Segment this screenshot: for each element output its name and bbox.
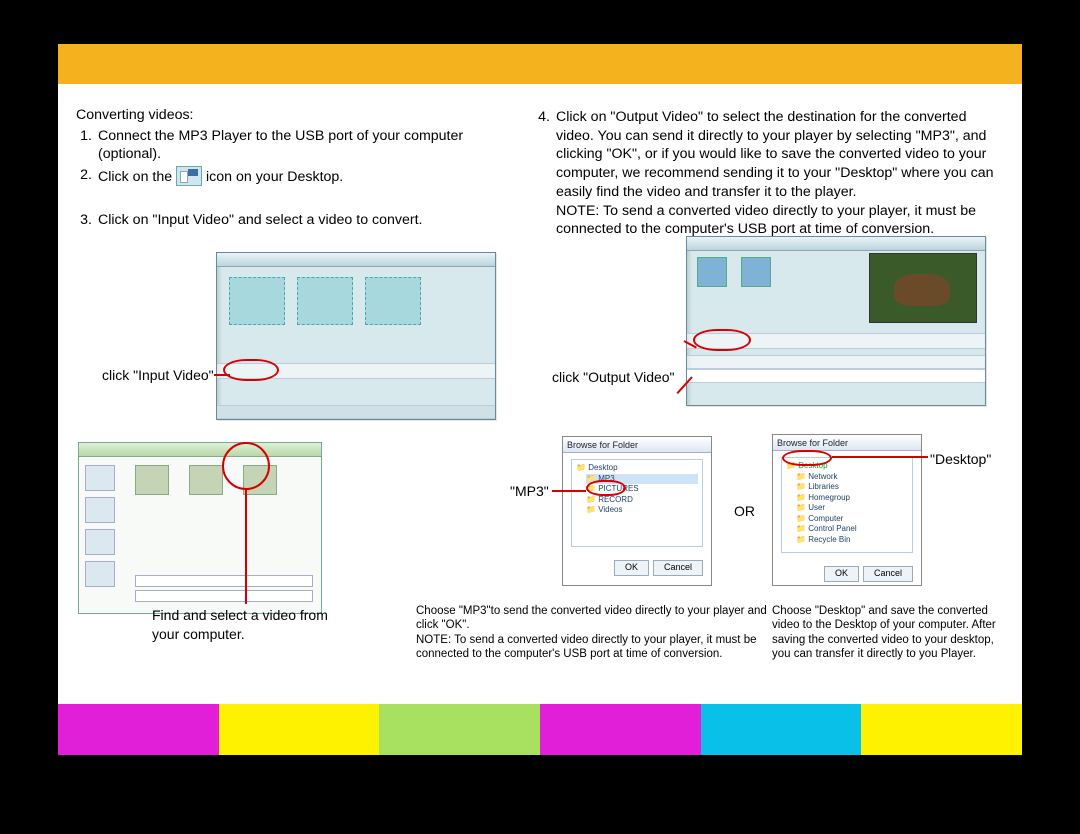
browse-folder-dialog-mp3: Browse for Folder Desktop MP3 PICTURES R…	[562, 436, 712, 586]
section-heading: Converting videos:	[76, 106, 516, 125]
step-4-note: NOTE: To send a converted video directly…	[556, 203, 976, 238]
place-icon	[85, 497, 115, 523]
step-2: 2. Click on the icon on your Desktop.	[76, 166, 516, 187]
place-icon	[85, 529, 115, 555]
places-sidebar	[85, 465, 125, 593]
converter-desktop-icon	[176, 166, 202, 186]
footer-stripe	[861, 704, 1022, 755]
callout-find-select: Find and select a video from your comput…	[152, 606, 332, 644]
callout-output-video: click "Output Video"	[552, 368, 675, 386]
callout-mp3: "MP3"	[510, 482, 549, 500]
video-slot	[297, 277, 353, 325]
converter-window-right	[686, 236, 986, 406]
tool-button	[741, 257, 771, 287]
window-titlebar	[687, 237, 985, 251]
file-icon	[189, 465, 223, 495]
footer-stripe	[58, 704, 219, 755]
folder-tree: Desktop MP3 PICTURES RECORD Videos	[571, 459, 703, 547]
folder-tree: Desktop Network Libraries Homegroup User…	[781, 457, 913, 553]
file-select-highlight	[222, 442, 270, 490]
dialog-title: Browse for Folder	[773, 435, 921, 451]
footer-stripe	[219, 704, 380, 755]
dialog-buttons: OKCancel	[563, 553, 711, 582]
callout-line	[832, 456, 928, 458]
window-titlebar	[79, 443, 321, 457]
header-band	[58, 44, 1022, 84]
footer-color-band	[58, 704, 1022, 755]
converter-window-left	[216, 252, 496, 420]
step-4: 4. Click on "Output Video" to select the…	[534, 108, 1006, 239]
video-slot	[229, 277, 285, 325]
callout-line	[552, 490, 586, 492]
manual-page: Converting videos: 1. Connect the MP3 Pl…	[58, 44, 1022, 755]
dialog-buttons: OKCancel	[773, 559, 921, 588]
window-titlebar	[217, 253, 495, 267]
right-column: 4. Click on "Output Video" to select the…	[534, 106, 1006, 239]
video-slot	[365, 277, 421, 325]
callout-input-video: click "Input Video"	[102, 366, 214, 384]
caption-desktop: Choose "Desktop" and save the converted …	[772, 604, 1006, 662]
footer-stripe	[540, 704, 701, 755]
callout-line-vertical	[245, 490, 247, 604]
caption-mp3: Choose "MP3"to send the converted video …	[416, 604, 772, 662]
right-step-list: 4. Click on "Output Video" to select the…	[534, 108, 1006, 239]
desktop-highlight	[782, 450, 832, 466]
file-list-row	[687, 369, 985, 383]
tool-button	[697, 257, 727, 287]
bottom-toolbar	[217, 405, 495, 419]
filename-field	[135, 575, 313, 587]
video-preview	[869, 253, 977, 323]
filename-bar	[135, 575, 313, 605]
dialog-title: Browse for Folder	[563, 437, 711, 453]
footer-stripe	[701, 704, 862, 755]
callout-or: OR	[734, 502, 755, 520]
place-icon	[85, 561, 115, 587]
input-video-highlight	[223, 359, 279, 381]
step-3: 3. Click on "Input Video" and select a v…	[76, 211, 516, 230]
output-video-highlight	[693, 329, 751, 351]
mp3-highlight	[586, 480, 626, 496]
step-1: 1. Connect the MP3 Player to the USB por…	[76, 127, 516, 164]
callout-desktop: "Desktop"	[930, 450, 991, 468]
filetype-field	[135, 590, 313, 602]
footer-stripe	[379, 704, 540, 755]
left-column: Converting videos: 1. Connect the MP3 Pl…	[76, 106, 516, 230]
file-icon	[135, 465, 169, 495]
step-2-text: Click on the icon on your Desktop.	[98, 166, 516, 187]
place-icon	[85, 465, 115, 491]
step-4-text: Click on "Output Video" to select the de…	[556, 109, 994, 200]
file-list-header	[687, 355, 985, 369]
video-slots-row	[217, 267, 495, 335]
left-step-list: 1. Connect the MP3 Player to the USB por…	[76, 127, 516, 230]
open-file-dialog	[78, 442, 322, 614]
callout-line	[214, 374, 230, 376]
